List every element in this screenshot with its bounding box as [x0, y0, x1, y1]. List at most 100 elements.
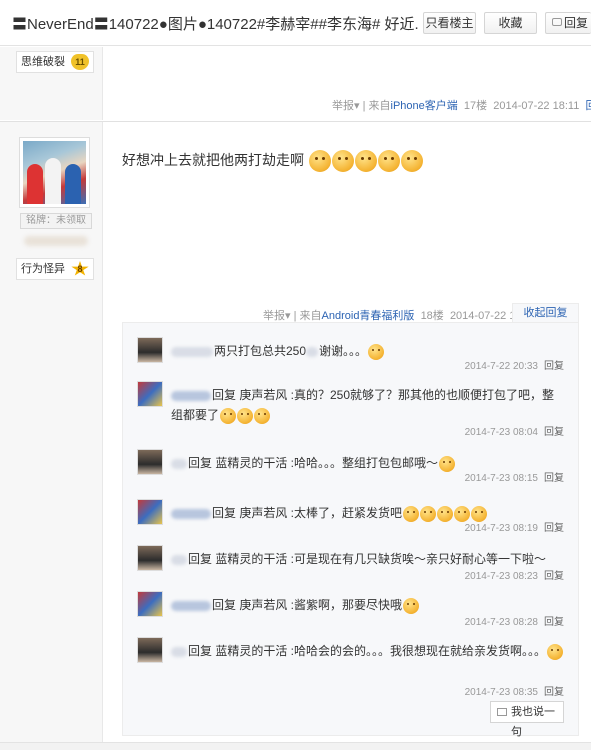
emoticon-icon [308, 150, 331, 173]
floor-number: 17楼 [463, 100, 488, 112]
emoticon-icon [547, 643, 564, 660]
post-text: 好想冲上去就把他两打劫走啊 [122, 152, 304, 168]
reply-time: 2014-7-23 08:23 [464, 571, 538, 582]
emoticon-icon [377, 150, 400, 173]
reply-button[interactable]: 回复 [545, 12, 591, 34]
emoticon-icon [331, 150, 354, 173]
post-content: 好想冲上去就把他两打劫走啊 [122, 150, 423, 173]
reply-content: 谢谢。。。 [319, 344, 368, 358]
reply-content: 回复 蓝精灵的干活 :哈哈会的会的。。。我很想现在就给亲发货啊。。。 [188, 644, 547, 658]
sub-reply-text: 回复 庚声若风 :酱紫啊，那要尽快哦 [171, 595, 563, 615]
floor-number: 18楼 [420, 310, 444, 322]
favorite-button[interactable]: 收藏 [484, 12, 537, 34]
reply-content: 回复 庚声若风 :酱紫啊，那要尽快哦 [212, 598, 403, 612]
level-heart-icon: 11 [71, 54, 89, 70]
reply-content: 回复 蓝精灵的干活 :可是现在有几只缺货唉～亲只好耐心等一下啦～ [188, 552, 547, 566]
emoticon-icon [439, 455, 456, 472]
post-time: 2014-07-22 18:11 [493, 100, 580, 112]
avatar[interactable] [137, 499, 163, 525]
list-item: 回复 庚声若风 :太棒了，赶紧发货吧 2014-7-23 08:19 回复 [123, 499, 578, 534]
sub-reply-footer: 2014-7-23 08:15 回复 [465, 469, 564, 484]
reply-content: 回复 庚声若风 :太棒了，赶紧发货吧 [212, 506, 403, 520]
blurred-username[interactable] [171, 458, 187, 469]
sub-reply-text: 回复 庚声若风 :真的？250就够了？那其他的也顺便打包了吧，整组都要了 [171, 385, 563, 425]
avatar[interactable] [137, 337, 163, 363]
blurred-username[interactable] [171, 508, 211, 519]
blurred-username[interactable] [171, 554, 187, 565]
avatar[interactable] [137, 381, 163, 407]
reply-link[interactable]: 回复 [544, 617, 564, 628]
only-op-button[interactable]: 只看楼主 [423, 12, 476, 34]
reply-button-label: 回复 [564, 16, 589, 30]
emoticon-icon [254, 407, 271, 424]
avatar[interactable] [19, 137, 90, 208]
list-item: 回复 庚声若风 :真的？250就够了？那其他的也顺便打包了吧，整组都要了 201… [123, 381, 578, 438]
avatar-image [23, 141, 86, 204]
avatar[interactable] [137, 637, 163, 663]
reply-link[interactable]: 回复 [544, 571, 564, 582]
report-link[interactable]: 举报▾ [263, 310, 291, 322]
blurred-username[interactable] [171, 646, 187, 657]
reply-link[interactable]: 回复 [544, 473, 564, 484]
list-item: 两只打包总共250 谢谢。。。 2014-7-22 20:33 回复 [123, 337, 578, 375]
sub-reply-panel: 两只打包总共250 谢谢。。。 2014-7-22 20:33 回复 回复 庚声若风… [122, 322, 579, 736]
user-badge[interactable]: 行为怪异 8 [16, 258, 94, 280]
list-item: 回复 蓝精灵的干活 :可是现在有几只缺货唉～亲只好耐心等一下啦～ 2014-7-… [123, 545, 578, 582]
thread-title: 〓NeverEnd〓140722●图片●140722#李赫宰##李东海# 好近.… [12, 16, 420, 33]
emoticon-icon [420, 505, 437, 522]
blurred-text [306, 346, 319, 357]
nameplate-badge[interactable]: 铭牌：未领取 [20, 213, 92, 229]
emoticon-icon [220, 407, 237, 424]
reply-content: 回复 蓝精灵的干活 :哈哈。。。整组打包包邮哦～ [188, 456, 439, 470]
reply-time: 2014-7-22 20:33 [464, 361, 538, 372]
sub-reply-text: 回复 蓝精灵的干活 :哈哈会的会的。。。我很想现在就给亲发货啊。。。 [171, 641, 564, 661]
blurred-username [24, 236, 88, 246]
thread-header: 〓NeverEnd〓140722●图片●140722#李赫宰##李东海# 好近.… [0, 0, 591, 46]
say-something-button[interactable]: 我也说一句 [490, 701, 564, 738]
level-star-icon: 8 [71, 261, 89, 276]
report-link[interactable]: 举报▾ [332, 100, 360, 112]
emoticon-icon [400, 150, 423, 173]
user-badge[interactable]: 思维破裂 11 [16, 51, 94, 73]
reply-link[interactable]: 回复 [544, 361, 564, 372]
blurred-username[interactable] [171, 390, 211, 401]
sub-reply-footer: 2014-7-23 08:35 回复 [465, 683, 564, 698]
reply-content: 两只打包总共250 [214, 344, 307, 358]
emoticon-icon [237, 407, 254, 424]
blurred-username[interactable] [171, 346, 213, 357]
reply-time: 2014-7-23 08:15 [464, 473, 538, 484]
client-link[interactable]: iPhone客户端 [391, 100, 458, 112]
collapse-replies-button[interactable]: 收起回复 [512, 303, 579, 323]
comment-icon [497, 708, 507, 716]
page-footer-divider [0, 742, 591, 750]
emoticon-icon [403, 505, 420, 522]
avatar[interactable] [137, 449, 163, 475]
reply-link[interactable]: 回复 [544, 523, 564, 534]
avatar[interactable] [137, 545, 163, 571]
list-item: 回复 蓝精灵的干活 :哈哈会的会的。。。我很想现在就给亲发货啊。。。 2014-… [123, 637, 578, 698]
sub-reply-footer: 2014-7-23 08:23 回复 [465, 567, 564, 582]
client-link[interactable]: Android青春福利版 [322, 310, 415, 322]
reply-link[interactable]: 回复 [585, 100, 591, 112]
list-item: 回复 庚声若风 :酱紫啊，那要尽快哦 2014-7-23 08:28 回复 [123, 591, 578, 628]
sub-reply-footer: 2014-7-22 20:33 回复 [465, 357, 564, 372]
reply-link[interactable]: 回复 [544, 687, 564, 698]
emoticon-icon [403, 597, 420, 614]
avatar[interactable] [137, 591, 163, 617]
post-17-meta: 举报▾ | 来自iPhone客户端 17楼 2014-07-22 18:11 回… [332, 97, 591, 113]
sub-reply-footer: 2014-7-23 08:04 回复 [465, 423, 564, 438]
sub-reply-text: 回复 蓝精灵的干活 :可是现在有几只缺货唉～亲只好耐心等一下啦～ [171, 549, 563, 569]
blurred-username[interactable] [171, 600, 211, 611]
list-item: 回复 蓝精灵的干活 :哈哈。。。整组打包包邮哦～ 2014-7-23 08:15… [123, 449, 578, 484]
from-label: | 来自 [293, 310, 322, 322]
reply-time: 2014-7-23 08:28 [464, 617, 538, 628]
emoticon-icon [437, 505, 454, 522]
emoticon-icon [354, 150, 377, 173]
comment-icon [552, 18, 562, 26]
reply-link[interactable]: 回复 [544, 427, 564, 438]
emoticon-icon [368, 343, 385, 360]
sub-reply-footer: 2014-7-23 08:19 回复 [465, 519, 564, 534]
sub-reply-footer: 2014-7-23 08:28 回复 [465, 613, 564, 628]
badge-label: 思维破裂 [21, 56, 65, 68]
post-18-meta: 举报▾ | 来自Android青春福利版 18楼 2014-07-22 18:1… [263, 307, 537, 323]
